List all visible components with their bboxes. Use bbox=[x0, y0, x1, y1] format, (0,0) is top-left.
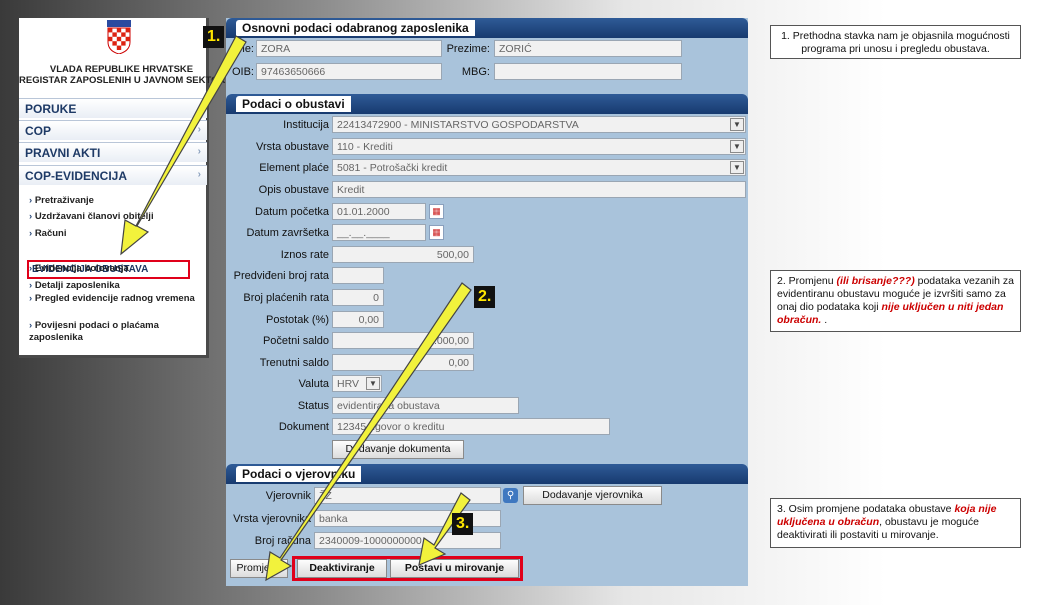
arrow-1-icon bbox=[120, 35, 247, 256]
step-badge-1: 1. bbox=[203, 26, 225, 48]
step-badge-2: 2. bbox=[474, 286, 496, 308]
annotation-arrows bbox=[120, 35, 472, 582]
step-badge-3: 3. bbox=[452, 513, 474, 535]
